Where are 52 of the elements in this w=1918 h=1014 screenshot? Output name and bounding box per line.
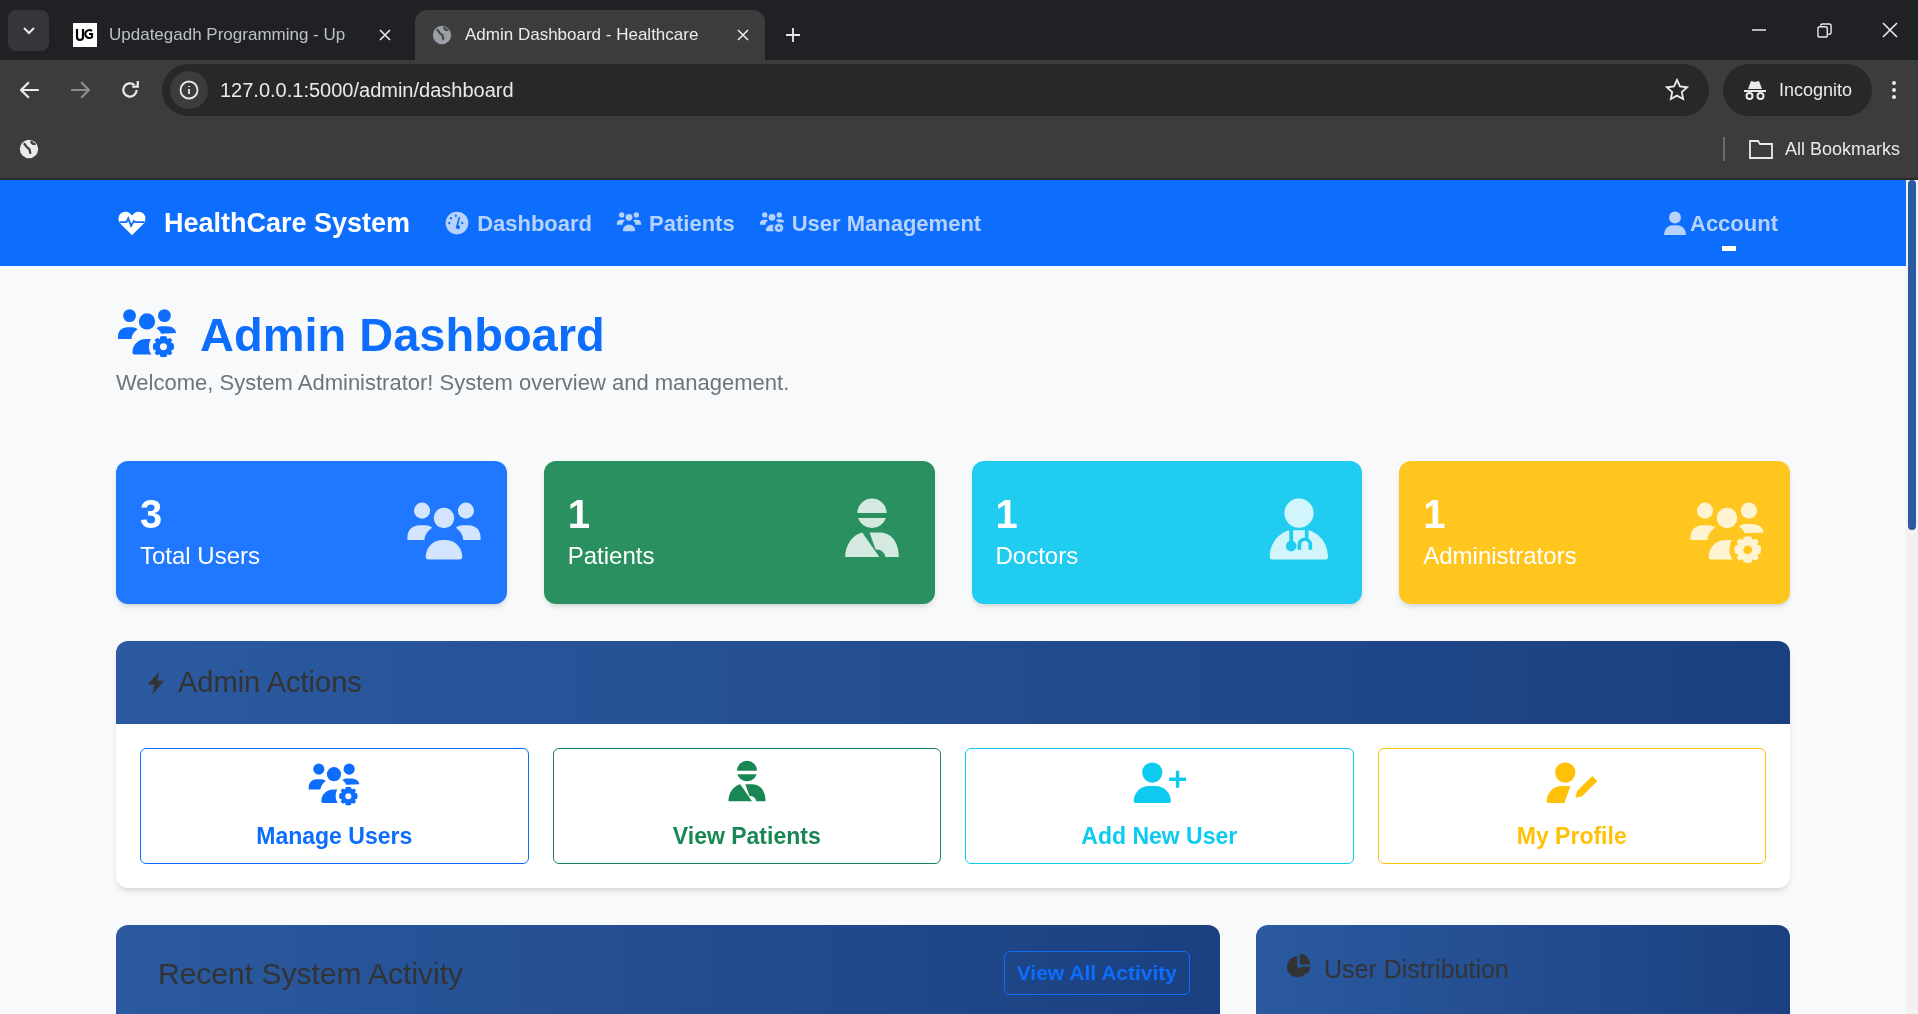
stat-value: 1 [1423, 491, 1447, 536]
profile-label: Incognito [1778, 78, 1852, 102]
more-menu-icon[interactable] [1892, 81, 1896, 99]
stat-value: 1 [567, 491, 591, 536]
browser-tab[interactable]: Updategadh Programming - Up [57, 10, 407, 60]
action-button[interactable]: View Patients [552, 748, 941, 864]
folder-icon [1748, 139, 1773, 159]
gauge-icon [444, 210, 471, 236]
stat-value: 1 [995, 491, 1019, 536]
brand-link[interactable]: HealthCare System [116, 202, 411, 244]
section-title: Admin Actions [178, 664, 362, 700]
reload-icon[interactable] [120, 80, 140, 100]
action-button[interactable]: Manage Users [140, 748, 529, 864]
tab-title: Updategadh Programming - Up [109, 24, 347, 47]
scrollbar[interactable] [1906, 180, 1918, 1014]
forward-arrow-icon[interactable] [70, 80, 90, 100]
site-logo-icon [73, 23, 97, 47]
site-info-button[interactable] [170, 71, 208, 109]
info-icon [179, 80, 199, 100]
section-title: Recent System Activity [158, 956, 464, 992]
stat-label: Administrators [1423, 540, 1577, 571]
stat-label: Doctors [995, 540, 1079, 571]
stat-label: Total Users [140, 540, 261, 571]
browser-tab[interactable]: Admin Dashboard - Healthcare [415, 10, 765, 60]
globe-icon[interactable] [18, 138, 40, 160]
all-bookmarks-button[interactable]: All Bookmarks [1748, 135, 1900, 163]
star-icon[interactable] [1664, 78, 1689, 102]
incognito-icon [1742, 80, 1767, 100]
incognito-button[interactable]: Incognito [1722, 64, 1872, 116]
caret-icon [1722, 245, 1736, 251]
pie-chart-icon [1286, 953, 1312, 979]
nav-link[interactable]: Patients [616, 206, 735, 240]
section-title: User Distribution [1324, 954, 1509, 985]
chevron-down-icon [22, 26, 35, 35]
back-arrow-icon[interactable] [20, 80, 40, 100]
stat-label: Patients [567, 540, 655, 571]
welcome-text: Welcome, System Administrator! System overview and management. [116, 369, 791, 397]
restore-icon[interactable] [1817, 22, 1832, 38]
stat-value: 3 [140, 491, 164, 536]
page-title: Admin Dashboard [200, 306, 605, 363]
url-text: 127.0.0.1:5000/admin/dashboard [220, 78, 515, 103]
tab-title: Admin Dashboard - Healthcare [465, 24, 700, 47]
close-icon[interactable] [379, 29, 391, 41]
address-bar[interactable]: 127.0.0.1:5000/admin/dashboard [162, 64, 1709, 116]
globe-icon [431, 24, 453, 46]
close-icon[interactable] [737, 29, 749, 41]
account-dropdown[interactable]: Account [1664, 206, 1778, 240]
user-icon [1664, 211, 1686, 235]
nav-link[interactable]: User Management [758, 206, 982, 240]
close-icon[interactable] [1882, 22, 1898, 38]
new-tab-icon[interactable] [785, 27, 801, 43]
nav-link[interactable]: Dashboard [444, 206, 593, 240]
